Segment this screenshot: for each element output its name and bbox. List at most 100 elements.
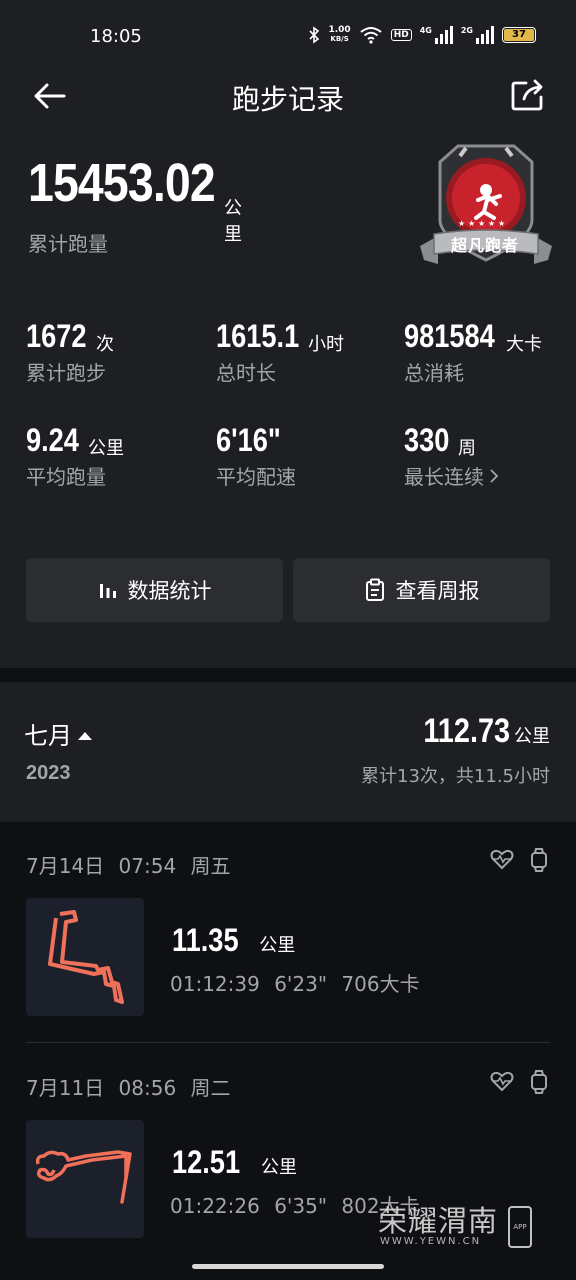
battery-icon: 37 [502, 27, 536, 43]
watermark-url: WWW.YEWN.CN [380, 1236, 482, 1247]
route-map-icon [48, 910, 124, 1004]
signal-4g-icon: 4G [420, 26, 453, 44]
month-selector[interactable]: 七月 [24, 716, 92, 751]
stat-unit: 周 [458, 438, 476, 459]
watch-icon [531, 848, 547, 872]
record-duration: 01:22:26 [170, 1194, 260, 1218]
month-summary: 七月 2023 112.73 公里 累计13次，共11.5小时 [0, 682, 576, 822]
watermark-app-icon: APP [508, 1206, 532, 1248]
stat-value: 981584 [404, 318, 495, 354]
wifi-icon [360, 27, 382, 44]
route-thumbnail [26, 1120, 144, 1238]
record-time: 08:56 [118, 1076, 177, 1100]
record-calories: 706大卡 [341, 972, 420, 996]
signal-2g-icon: 2G [461, 26, 494, 44]
record-distance-value: 12.51 [172, 1144, 241, 1180]
svg-text:★: ★ [478, 219, 485, 228]
caret-up-icon [78, 732, 92, 740]
stat-unit: 大卡 [506, 334, 542, 355]
record-datetime: 7月11日 08:56 周二 [26, 1072, 231, 1101]
watch-icon [531, 1070, 547, 1094]
stat-value: 1672 [26, 318, 87, 354]
month-distance: 112.73 公里 [408, 712, 550, 751]
weekly-report-label: 查看周报 [395, 579, 480, 603]
record-date: 7月11日 [26, 1076, 105, 1100]
net1-label: 4G [419, 26, 432, 35]
month-distance-unit: 公里 [514, 726, 550, 747]
chevron-right-icon [490, 469, 499, 483]
stat-label: 最长连续 [404, 461, 500, 490]
status-bar: 18:05 1.00 KB/S HD 4G 2G 37 [0, 22, 576, 54]
record-date: 7月14日 [26, 854, 105, 878]
stat-unit: 小时 [308, 334, 344, 355]
bar-chart-icon [99, 584, 116, 598]
record-sources [490, 848, 548, 872]
status-icons: 1.00 KB/S HD 4G 2G 37 [308, 26, 536, 44]
route-thumbnail [26, 898, 144, 1016]
run-record[interactable]: 7月14日 07:54 周五 11.35 公里 01:12:39 6'23" 7… [0, 822, 576, 1043]
record-datetime: 7月14日 07:54 周五 [26, 850, 231, 879]
record-distance-value: 11.35 [172, 922, 239, 958]
stat-unit: 次 [96, 334, 114, 355]
month-totals: 累计13次，共11.5小时 [361, 766, 550, 787]
data-statistics-button[interactable]: 数据统计 [26, 558, 283, 622]
stat-value: 1615.1 [216, 318, 300, 354]
record-duration: 01:12:39 [170, 972, 260, 996]
runner-badge[interactable]: ★ ★ ★ ★ ★ 超凡跑者 [418, 142, 554, 272]
stat-avg-distance: 9.24 公里 平均跑量 [26, 422, 124, 490]
data-statistics-label: 数据统计 [127, 579, 212, 603]
record-weekday: 周二 [190, 1076, 231, 1100]
month-year: 2023 [26, 762, 71, 784]
share-icon[interactable] [510, 78, 546, 112]
record-divider [26, 1042, 550, 1043]
svg-text:★: ★ [488, 219, 495, 228]
record-pace: 6'23" [274, 972, 328, 996]
heart-rate-icon [490, 849, 514, 870]
stat-value: 330 [404, 422, 450, 458]
stat-unit: 公里 [88, 438, 124, 459]
net-speed-unit: KB/S [330, 35, 349, 43]
stat-value: 9.24 [26, 422, 79, 458]
stat-label: 总时长 [216, 361, 276, 385]
route-map-icon [35, 1150, 132, 1204]
weekly-report-button[interactable]: 查看周报 [293, 558, 550, 622]
total-distance-unit: 公里 [224, 198, 242, 245]
stat-run-count: 1672 次 累计跑步 [26, 318, 114, 386]
total-distance-label: 累计跑量 [28, 232, 108, 256]
hd-badge: HD [390, 29, 412, 41]
svg-text:★: ★ [468, 219, 475, 228]
net-speed-value: 1.00 [328, 25, 351, 35]
stat-label: 累计跑步 [26, 361, 106, 385]
stat-calories: 981584 大卡 总消耗 [404, 318, 542, 386]
svg-text:★: ★ [458, 219, 465, 228]
month-distance-value: 112.73 [423, 712, 510, 750]
home-indicator[interactable] [192, 1264, 384, 1269]
clipboard-icon [365, 578, 384, 601]
stat-avg-pace: 6'16" 平均配速 [216, 422, 296, 490]
stat-label: 总消耗 [404, 361, 464, 385]
total-distance: 15453.02 公里 累计跑量 [28, 152, 245, 256]
app-header: 跑步记录 [0, 72, 576, 122]
status-time: 18:05 [90, 26, 142, 47]
record-weekday: 周五 [190, 854, 231, 878]
total-distance-value: 15453.02 [28, 153, 216, 213]
watermark: 荣耀渭南 WWW.YEWN.CN APP [378, 1196, 538, 1256]
net-speed: 1.00 KB/S [328, 26, 350, 44]
heart-rate-icon [490, 1071, 514, 1092]
page-title: 跑步记录 [231, 83, 344, 116]
stat-longest-streak[interactable]: 330 周 最长连续 [404, 422, 500, 490]
stat-total-time: 1615.1 小时 总时长 [216, 318, 344, 386]
record-distance: 12.51 公里 [172, 1144, 297, 1181]
record-details: 01:12:39 6'23" 706大卡 [170, 968, 420, 997]
record-sources [490, 1070, 548, 1094]
net2-label: 2G [460, 26, 473, 35]
month-name: 七月 [24, 722, 72, 750]
record-distance: 11.35 公里 [172, 922, 295, 959]
watermark-text: 荣耀渭南 [378, 1204, 499, 1238]
badge-label: 超凡跑者 [451, 236, 520, 255]
bluetooth-icon [309, 26, 320, 44]
stat-label: 平均配速 [216, 465, 296, 489]
stat-value: 6'16" [216, 422, 281, 458]
record-time: 07:54 [118, 854, 177, 878]
streak-label-text: 最长连续 [404, 465, 484, 489]
